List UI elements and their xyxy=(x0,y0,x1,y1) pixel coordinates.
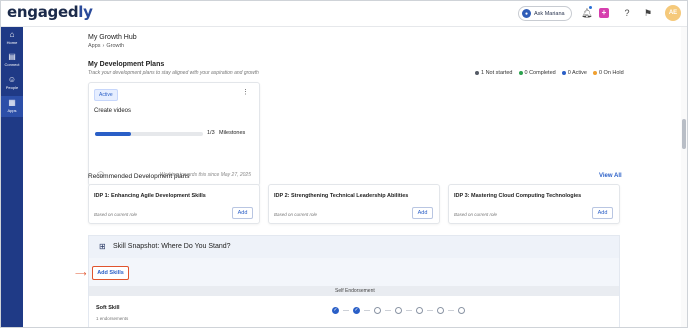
recommended-plan-title: IDP 3: Mastering Cloud Computing Technol… xyxy=(454,193,582,199)
rating-connector: — xyxy=(406,307,412,314)
legend-item-completed: 0 Completed xyxy=(518,70,556,76)
rating-point-7[interactable] xyxy=(458,307,465,314)
rating-point-5[interactable] xyxy=(416,307,423,314)
help-icon[interactable]: ? xyxy=(622,8,632,18)
breadcrumb: Apps › Growth xyxy=(88,43,124,49)
people-icon: ☺ xyxy=(7,75,17,84)
plus-icon[interactable]: + xyxy=(599,8,609,18)
rating-connector: — xyxy=(448,307,454,314)
recommended-plan-title: IDP 1: Enhancing Agile Development Skill… xyxy=(94,193,206,199)
home-icon: ⌂ xyxy=(9,30,15,39)
milestone-count: 1/3 xyxy=(207,130,215,136)
rating-point-3[interactable] xyxy=(374,307,381,314)
add-plan-button[interactable]: Add xyxy=(412,207,433,219)
more-options-icon[interactable]: ⋮ xyxy=(242,88,249,96)
milestone-progress-fill xyxy=(95,132,131,136)
recommended-plan-card: IDP 2: Strengthening Technical Leadershi… xyxy=(268,184,440,224)
legend-swatch xyxy=(592,71,597,75)
recommended-title: Recommended Development plans xyxy=(88,173,190,180)
top-bar: engagedly ● Ask Mariana 🔔︎ + ? ⚑ AE xyxy=(1,1,687,27)
rating-point-2[interactable]: ✓ xyxy=(353,307,360,314)
avatar[interactable]: AE xyxy=(665,5,681,21)
legend-item-on-hold: 0 On Hold xyxy=(592,70,624,76)
chat-icon: ▤ xyxy=(8,52,16,61)
page-title: My Growth Hub xyxy=(88,34,137,41)
legend-item-not-started: 1 Not started xyxy=(475,70,513,76)
legend-label: 0 Completed xyxy=(524,70,556,76)
sidebar: ⌂ Home ▤ Connect ☺ People ▦ Apps xyxy=(1,27,23,327)
rating-point-4[interactable] xyxy=(395,307,402,314)
sidebar-item-label: People xyxy=(5,85,19,90)
skill-row: Soft Skill 1 endorsements ✓ — ✓ — — — — — xyxy=(89,296,619,327)
skill-endorsement-count: 1 endorsements xyxy=(96,316,129,321)
skill-snapshot-title: Skill Snapshot: Where Do You Stand? xyxy=(113,243,231,250)
bell-icon[interactable]: 🔔︎ xyxy=(581,8,592,18)
legend-label: 0 On Hold xyxy=(598,70,624,76)
ask-assistant-label: Ask Mariana xyxy=(534,10,565,17)
milestone-progress-bar xyxy=(95,132,203,136)
sidebar-item-label: Connect xyxy=(4,62,20,67)
plan-name[interactable]: Create videos xyxy=(94,108,131,114)
rating-connector: — xyxy=(343,307,349,314)
legend-swatch xyxy=(561,71,566,75)
skill-snapshot-header: ⊞ Skill Snapshot: Where Do You Stand? xyxy=(89,236,619,258)
legend-swatch xyxy=(475,71,479,75)
sidebar-item-connect[interactable]: ▤ Connect xyxy=(1,52,23,71)
scrollbar-track[interactable] xyxy=(681,27,687,327)
recommended-plan-basis: Based on current role xyxy=(454,212,498,217)
skill-snapshot-panel: ⊞ Skill Snapshot: Where Do You Stand? ⟶ … xyxy=(75,235,620,327)
ask-assistant-button[interactable]: ● Ask Mariana xyxy=(518,6,572,21)
plans-subtitle: Track your development plans to stay ali… xyxy=(88,70,259,76)
add-plan-button[interactable]: Add xyxy=(592,207,613,219)
main-content: My Growth Hub Apps › Growth My Development… xyxy=(23,27,681,327)
legend-item-active: 0 Active xyxy=(561,70,587,76)
assistant-icon: ● xyxy=(522,9,531,18)
add-skills-button[interactable]: Add Skills xyxy=(92,266,129,280)
logo-text-accent: ly xyxy=(78,3,93,21)
sidebar-item-people[interactable]: ☺ People xyxy=(1,75,23,94)
sidebar-item-label: Home xyxy=(6,40,18,45)
recommended-plan-title: IDP 2: Strengthening Technical Leadershi… xyxy=(274,193,409,199)
legend-label: 0 Active xyxy=(567,70,587,76)
scrollbar-thumb[interactable] xyxy=(682,119,686,149)
grid-icon: ⊞ xyxy=(99,242,106,251)
rating-point-6[interactable] xyxy=(437,307,444,314)
app-window: engagedly ● Ask Mariana 🔔︎ + ? ⚑ AE ⌂ Ho… xyxy=(0,0,688,328)
rating-connector: — xyxy=(427,307,433,314)
breadcrumb-item-growth: Growth xyxy=(106,43,125,49)
recommended-plan-card: IDP 1: Enhancing Agile Development Skill… xyxy=(88,184,260,224)
recommended-plan-basis: Based on current role xyxy=(94,212,138,217)
recommended-plan-card: IDP 3: Mastering Cloud Computing Technol… xyxy=(448,184,620,224)
apps-icon: ▦ xyxy=(8,98,16,107)
rating-connector: — xyxy=(385,307,391,314)
plan-card[interactable]: Active ⋮ Create videos 1/3 Milestones 💬︎… xyxy=(88,82,260,186)
legend-label: 1 Not started xyxy=(481,70,513,76)
status-badge: Active xyxy=(94,89,118,101)
sidebar-item-apps[interactable]: ▦ Apps xyxy=(1,96,23,117)
add-plan-button[interactable]: Add xyxy=(232,207,253,219)
plan-status-legend: 1 Not started 0 Completed 0 Active 0 On … xyxy=(475,70,624,76)
notification-dot xyxy=(589,6,592,9)
rating-connector: — xyxy=(364,307,370,314)
view-all-link[interactable]: View All xyxy=(599,173,622,179)
recommended-plan-basis: Based on current role xyxy=(274,212,318,217)
logo[interactable]: engagedly xyxy=(7,3,93,21)
plans-title: My Development Plans xyxy=(88,61,165,68)
milestone-label: Milestones xyxy=(219,130,246,136)
rating-scale: ✓ — ✓ — — — — — xyxy=(332,307,465,314)
flag-icon[interactable]: ⚑ xyxy=(643,8,653,18)
skill-name: Soft Skill xyxy=(96,305,120,311)
breadcrumb-item-apps[interactable]: Apps xyxy=(88,43,101,49)
sidebar-item-home[interactable]: ⌂ Home xyxy=(1,30,23,49)
sidebar-item-label: Apps xyxy=(7,108,17,113)
endorsement-header: Self Endorsement xyxy=(335,288,375,294)
chevron-right-icon: › xyxy=(102,43,105,49)
logo-text: engaged xyxy=(7,3,79,21)
arrow-right-icon: ⟶ xyxy=(75,269,87,278)
legend-swatch xyxy=(518,71,523,75)
rating-point-1[interactable]: ✓ xyxy=(332,307,339,314)
